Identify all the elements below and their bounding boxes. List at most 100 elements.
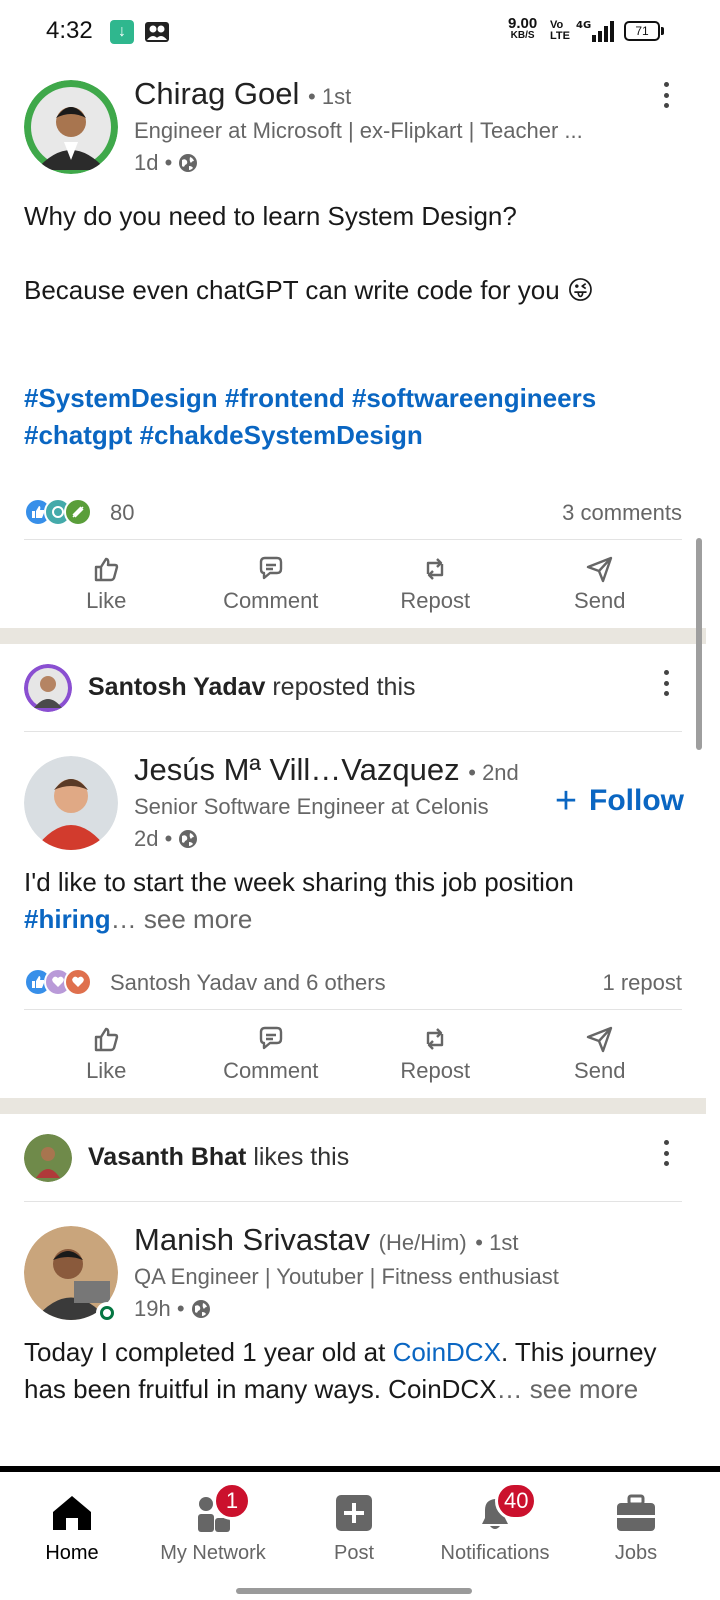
post-text[interactable]: Today I completed 1 year old at CoinDCX.… — [0, 1334, 706, 1408]
like-button[interactable]: Like — [24, 540, 189, 628]
status-bar: 4:32 ↓ 9.00 KB/S Vo LTE 4G 71 — [0, 0, 720, 64]
volte-bottom: LTE — [550, 30, 570, 42]
bottom-nav: Home My Network 1 Post Notifications 40 … — [0, 1466, 720, 1600]
comment-button[interactable]: Comment — [189, 540, 354, 628]
post-text[interactable]: I'd like to start the week sharing this … — [0, 864, 706, 938]
battery-indicator: 71 — [624, 21, 664, 41]
briefcase-icon — [617, 1494, 655, 1531]
repost-button[interactable]: Repost — [353, 540, 518, 628]
nav-my-network[interactable]: My Network 1 — [143, 1482, 283, 1565]
author-name-line[interactable]: Manish Srivastav (He/Him) • 1st — [134, 1222, 518, 1258]
see-more-link[interactable]: see more — [144, 904, 252, 934]
author-name[interactable]: Jesús Mª Vill…Vazquez — [134, 752, 460, 787]
post-text-line: Because even chatGPT can write code for … — [24, 275, 595, 305]
reactions-summary[interactable]: Santosh Yadav and 6 others — [110, 970, 386, 996]
follow-label: Follow — [589, 784, 684, 817]
post-menu-button[interactable] — [654, 1138, 678, 1168]
net-speed: 9.00 KB/S — [508, 16, 537, 41]
repost-count[interactable]: 1 repost — [603, 970, 683, 996]
ellipsis: … — [496, 1374, 523, 1404]
context-avatar[interactable] — [24, 664, 72, 712]
nav-my-network-label: My Network — [160, 1542, 266, 1564]
net-speed-unit: KB/S — [510, 30, 535, 41]
connection-degree: • 1st — [308, 84, 352, 109]
hashtag[interactable]: #hiring — [24, 904, 111, 934]
comment-label: Comment — [223, 588, 319, 613]
author-name-line[interactable]: Jesús Mª Vill…Vazquez • 2nd — [134, 752, 519, 788]
post-text[interactable]: Why do you need to learn System Design? … — [0, 194, 706, 454]
love-reaction-icon — [64, 968, 92, 996]
post-text-line: #hiring… see more — [24, 901, 682, 938]
nav-jobs-label: Jobs — [614, 1542, 658, 1564]
context-name[interactable]: Vasanth Bhat — [88, 1143, 246, 1171]
comment-button[interactable]: Comment — [189, 1010, 354, 1098]
globe-icon — [191, 1300, 210, 1318]
author-pronouns: (He/Him) — [378, 1230, 467, 1255]
author-name[interactable]: Chirag Goel — [134, 76, 299, 111]
post-header: Chirag Goel • 1st Engineer at Microsoft … — [0, 64, 706, 194]
globe-icon — [179, 830, 198, 848]
status-time: 4:32 — [46, 17, 93, 44]
home-gesture-indicator[interactable] — [236, 1588, 472, 1594]
nav-notifications[interactable]: Notifications 40 — [425, 1482, 565, 1565]
nav-post[interactable]: Post — [284, 1490, 424, 1565]
nav-home-label: Home — [45, 1542, 99, 1564]
post-actions: Like Comment Repost Send — [24, 540, 682, 628]
social-context[interactable]: Santosh Yadav reposted this — [24, 644, 682, 732]
online-status-icon — [96, 1302, 118, 1324]
send-button[interactable]: Send — [518, 540, 683, 628]
comment-count[interactable]: 3 comments — [562, 500, 682, 526]
feed[interactable]: Chirag Goel • 1st Engineer at Microsoft … — [0, 64, 706, 1408]
repost-label: Repost — [400, 588, 471, 613]
reaction-icons[interactable] — [24, 968, 92, 996]
thumbs-up-icon — [95, 557, 119, 582]
post-menu-button[interactable] — [654, 80, 678, 110]
send-label: Send — [574, 588, 626, 613]
author-avatar[interactable] — [24, 80, 118, 174]
reaction-icons[interactable] — [24, 498, 92, 526]
network-type: 4G — [576, 20, 591, 31]
repost-button[interactable]: Repost — [353, 1010, 518, 1098]
add-post-icon — [336, 1495, 372, 1531]
author-name-line[interactable]: Chirag Goel • 1st — [134, 76, 351, 112]
notifications-badge: 40 — [495, 1482, 538, 1520]
post-card: Vasanth Bhat likes this Manish Srivastav… — [0, 1114, 706, 1408]
follow-button[interactable]: + Follow — [554, 780, 684, 822]
see-more-link[interactable]: see more — [530, 1374, 638, 1404]
hashtag-line[interactable]: #SystemDesign #frontend #softwareenginee… — [24, 380, 682, 417]
reaction-count[interactable]: 80 — [110, 500, 134, 526]
context-text: Santosh Yadav reposted this — [88, 673, 416, 702]
like-button[interactable]: Like — [24, 1010, 189, 1098]
ellipsis: … — [110, 904, 137, 934]
plus-icon: + — [554, 780, 578, 822]
active-tab-indicator — [4, 1468, 136, 1472]
thumbs-up-icon — [95, 1027, 119, 1052]
context-name[interactable]: Santosh Yadav — [88, 673, 265, 701]
context-avatar[interactable] — [24, 1134, 72, 1182]
post-card: Chirag Goel • 1st Engineer at Microsoft … — [0, 64, 706, 628]
send-label: Send — [574, 1058, 626, 1083]
social-context[interactable]: Vasanth Bhat likes this — [24, 1114, 682, 1202]
post-header: Manish Srivastav (He/Him) • 1st QA Engin… — [0, 1202, 706, 1334]
post-time: 1d • — [134, 150, 198, 176]
post-menu-button[interactable] — [654, 668, 678, 698]
post-text-line: I'd like to start the week sharing this … — [24, 867, 574, 897]
company-link[interactable]: CoinDCX — [393, 1337, 501, 1367]
social-counts: 80 3 comments — [24, 482, 682, 540]
post-text-segment: has been fruitful in many ways. CoinDCX — [24, 1374, 497, 1404]
scrollbar[interactable] — [696, 538, 702, 750]
nav-jobs[interactable]: Jobs — [566, 1490, 706, 1565]
network-badge: 1 — [213, 1482, 251, 1520]
nav-notifications-label: Notifications — [440, 1542, 550, 1564]
feed-divider — [0, 628, 706, 644]
hashtag-line[interactable]: #chatgpt #chakdeSystemDesign — [24, 417, 682, 454]
signal-icon: 4G — [576, 20, 614, 42]
post-time: 19h • — [134, 1296, 211, 1322]
post-time: 2d • — [134, 826, 198, 852]
feed-divider — [0, 1098, 706, 1114]
send-button[interactable]: Send — [518, 1010, 683, 1098]
nav-home[interactable]: Home — [2, 1490, 142, 1565]
author-avatar[interactable] — [24, 756, 118, 850]
author-name[interactable]: Manish Srivastav — [134, 1222, 370, 1257]
globe-icon — [179, 154, 198, 172]
